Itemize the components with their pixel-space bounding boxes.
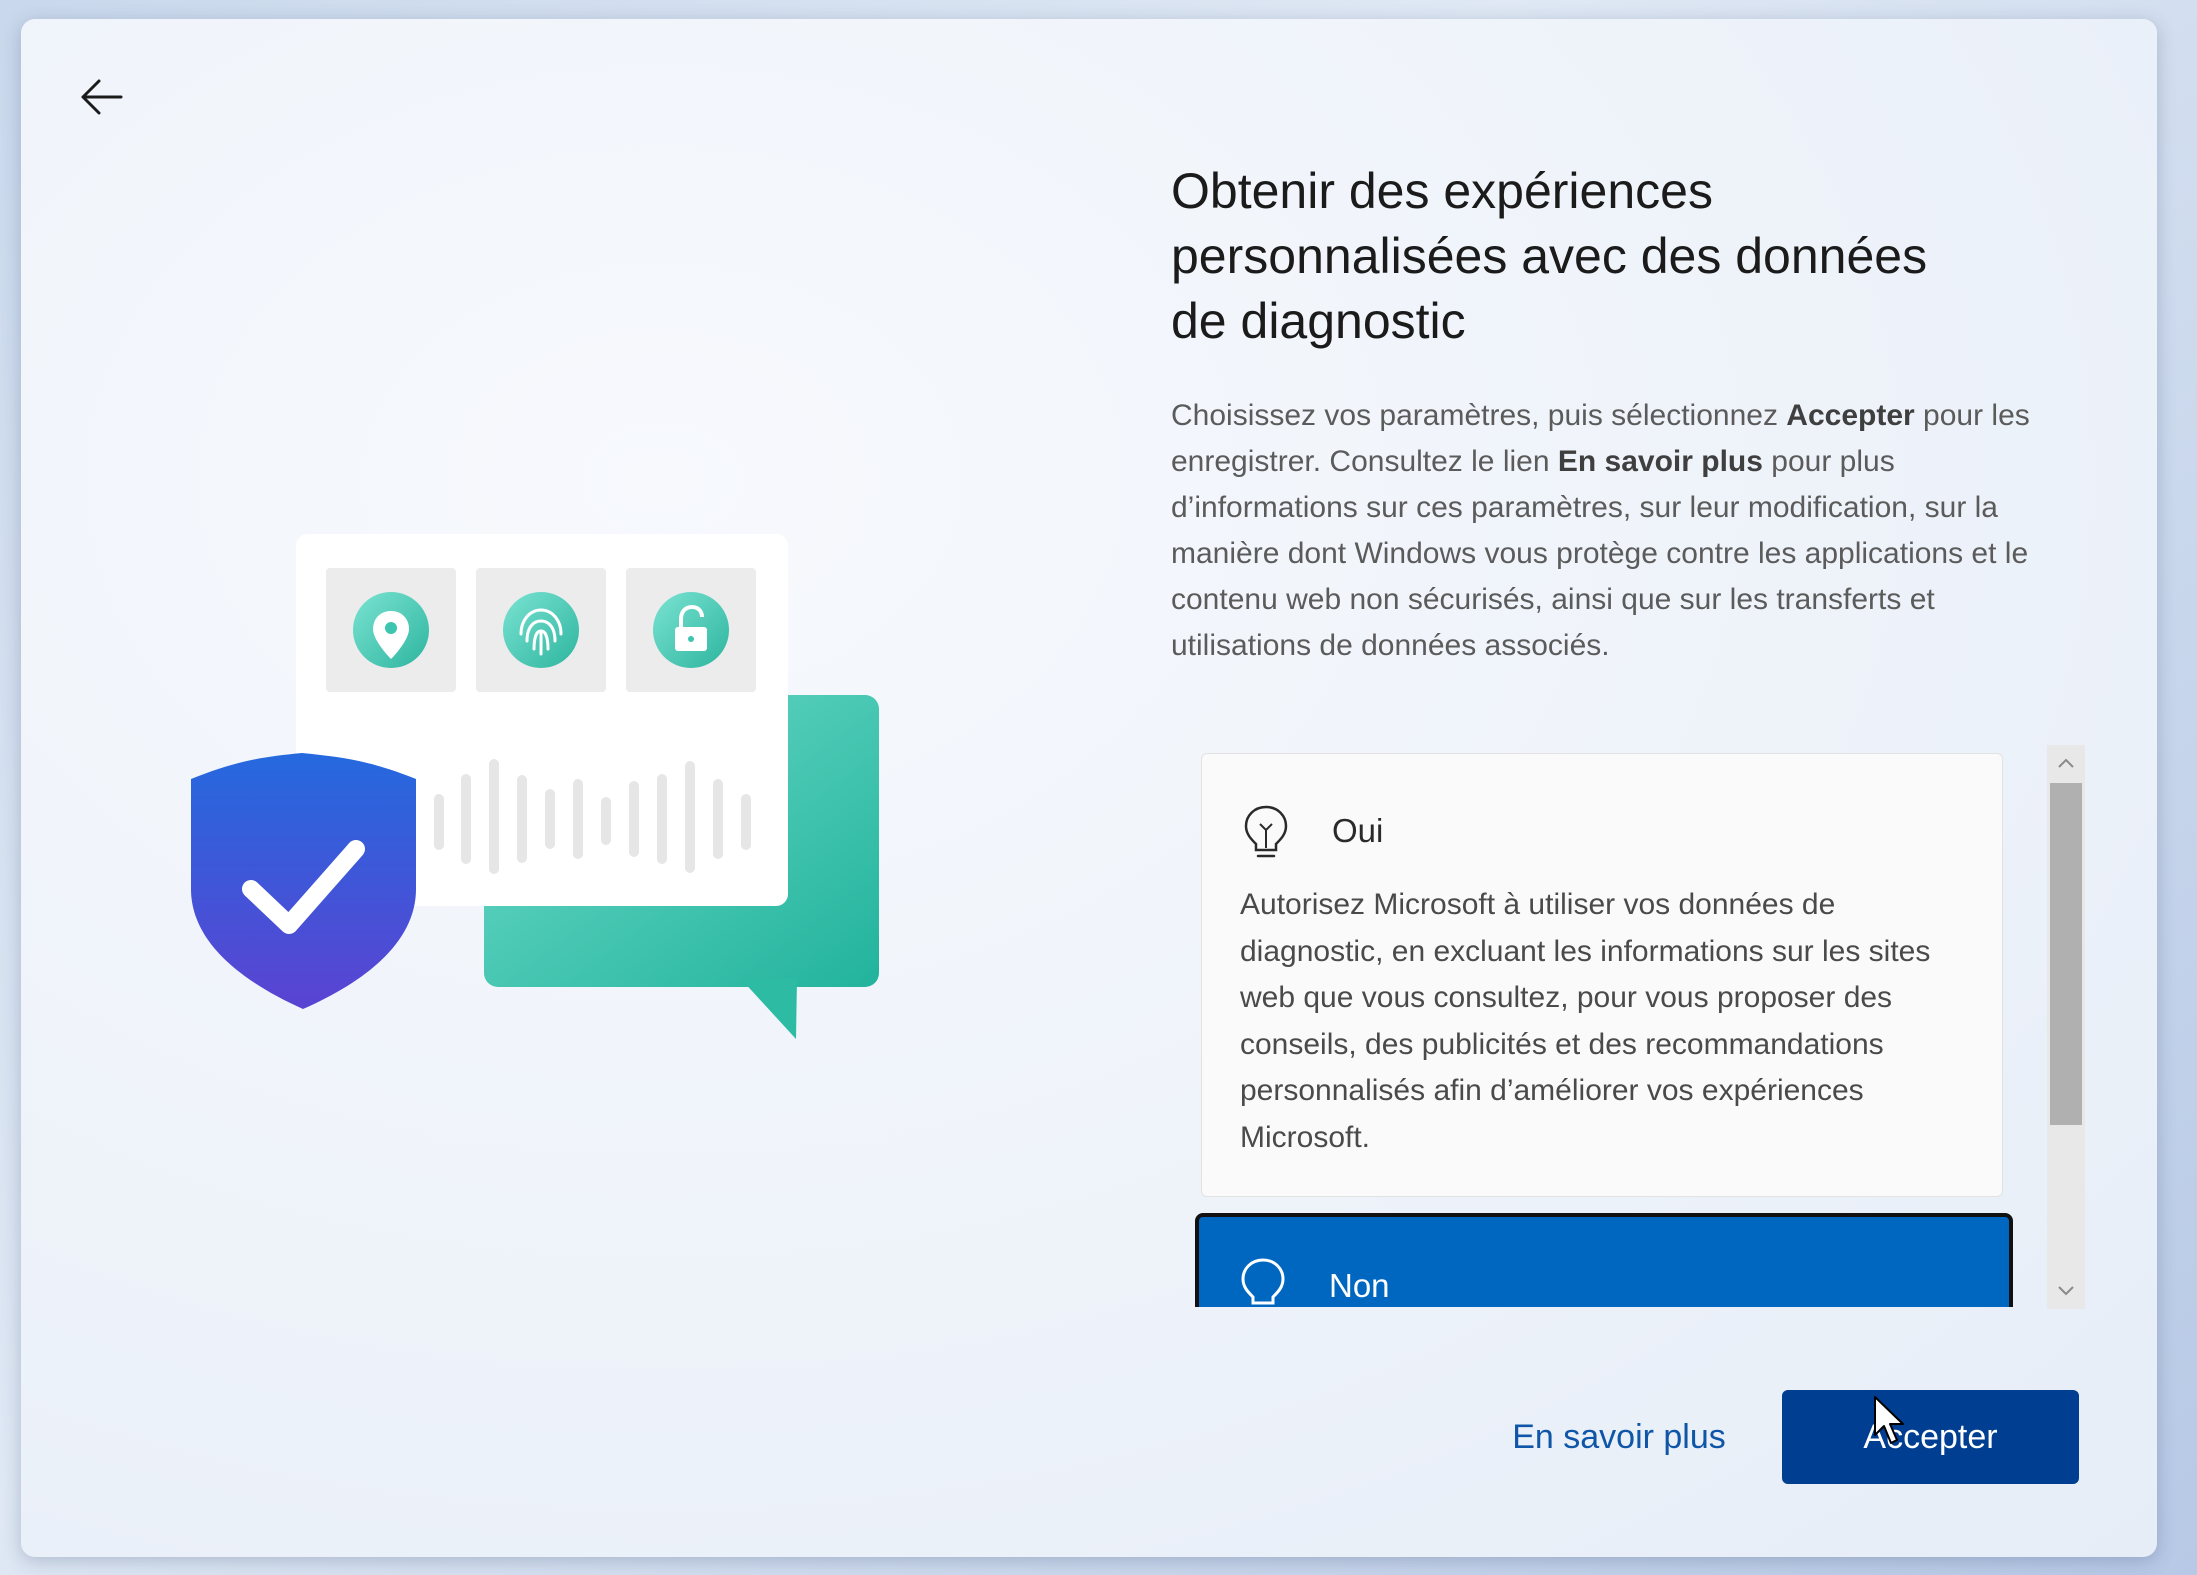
scroll-down-button[interactable] — [2047, 1273, 2085, 1309]
location-pin-icon — [353, 592, 429, 668]
option-yes-title: Oui — [1332, 812, 1384, 849]
accept-button[interactable]: Accepter — [1782, 1390, 2079, 1484]
options-list: Oui Autorisez Microsoft à utiliser vos d… — [1171, 729, 2016, 1307]
learn-more-link[interactable]: En savoir plus — [1479, 1391, 1759, 1483]
privacy-illustration — [191, 534, 879, 1039]
option-no[interactable]: Non — [1195, 1213, 2013, 1307]
scroll-up-button[interactable] — [2047, 745, 2085, 781]
oobe-window: Obtenir des expériences personnalisées a… — [21, 19, 2157, 1557]
option-yes[interactable]: Oui Autorisez Microsoft à utiliser vos d… — [1201, 753, 2003, 1197]
lightbulb-on-icon — [1244, 805, 1288, 858]
chevron-down-icon — [2058, 1286, 2074, 1296]
fingerprint-icon — [503, 592, 579, 668]
option-no-title: Non — [1329, 1267, 1390, 1304]
scroll-thumb[interactable] — [2050, 783, 2082, 1125]
lightbulb-off-icon — [1241, 1258, 1285, 1305]
options-scrollbar[interactable] — [2047, 745, 2085, 1309]
page-title: Obtenir des expériences personnalisées a… — [1171, 163, 1928, 349]
option-yes-description: Autorisez Microsoft à utiliser vos donné… — [1240, 888, 1931, 1154]
mouse-cursor-icon — [1874, 1396, 1904, 1444]
page-description: Choisissez vos paramètres, puis sélectio… — [1171, 399, 2030, 662]
shield-check-icon — [191, 753, 416, 1009]
chevron-up-icon — [2058, 758, 2074, 768]
unlock-icon — [653, 592, 729, 668]
